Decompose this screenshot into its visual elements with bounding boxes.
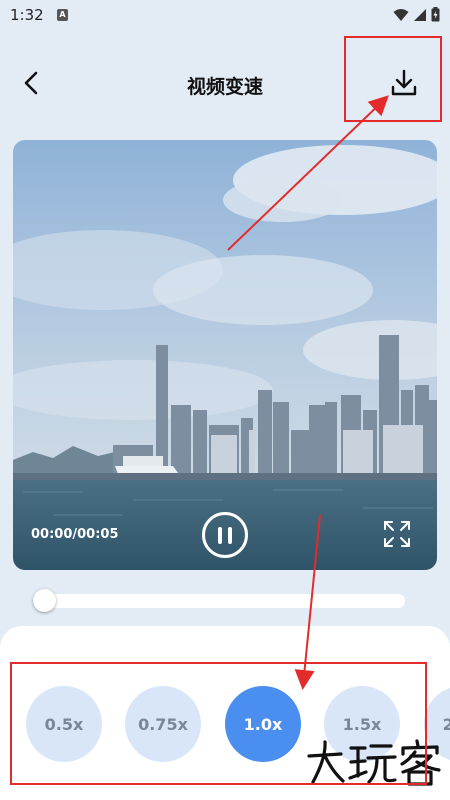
status-time: 1:32 (10, 6, 44, 24)
progress-slider[interactable] (33, 589, 407, 613)
progress-thumb[interactable] (33, 589, 56, 612)
battery-icon (431, 7, 440, 22)
video-frame (13, 140, 437, 570)
signal-icon (414, 8, 426, 21)
status-icons (393, 7, 440, 22)
fullscreen-button[interactable] (383, 520, 411, 548)
status-bar: 1:32 A (0, 0, 450, 30)
annotation-box-speed-options (10, 662, 427, 785)
wifi-icon (393, 8, 409, 21)
fullscreen-icon (384, 521, 410, 547)
app-notification-icon: A (57, 9, 68, 21)
video-player[interactable]: 00:00/00:05 (13, 140, 437, 570)
pause-button[interactable] (202, 512, 248, 558)
annotation-box-download (344, 36, 442, 122)
progress-track[interactable] (33, 594, 405, 608)
video-time: 00:00/00:05 (31, 527, 119, 542)
